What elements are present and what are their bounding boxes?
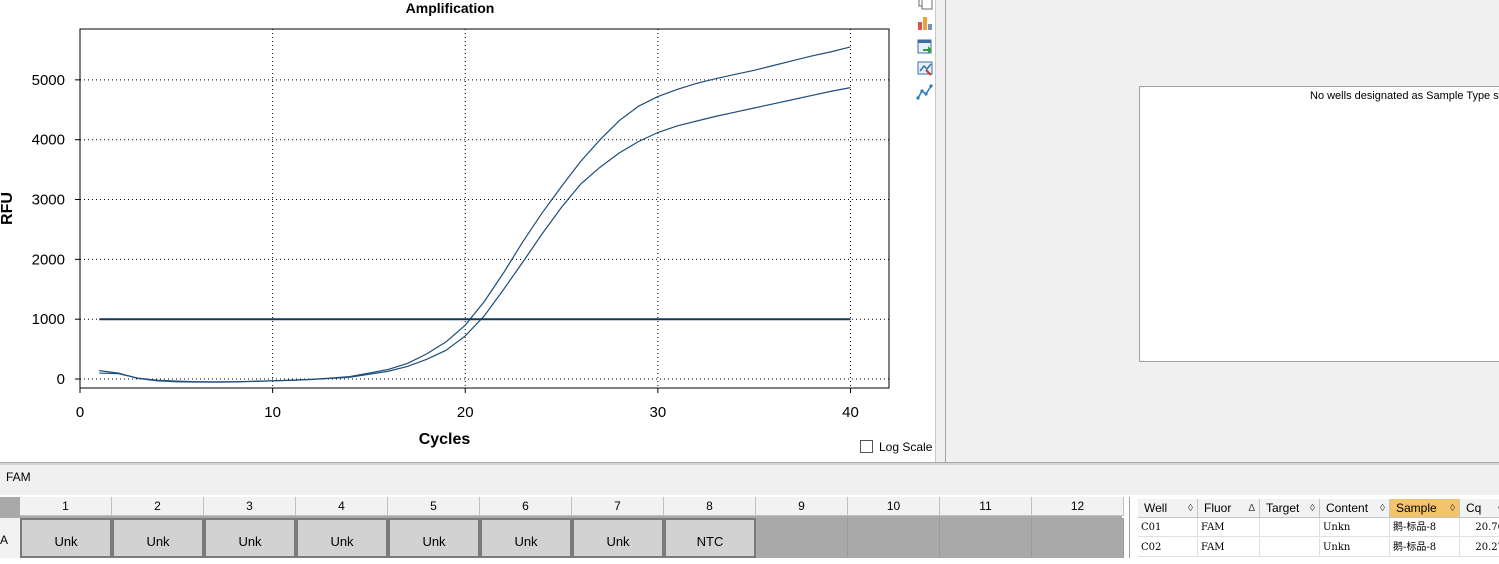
table-cell-content[interactable]: Unkn: [1320, 518, 1390, 537]
x-tick-label: 0: [76, 404, 84, 421]
checkbox-box[interactable]: [860, 440, 873, 453]
sort-icon[interactable]: ◊: [1450, 499, 1455, 518]
y-tick-label: 2000: [32, 251, 65, 268]
plate-column-header[interactable]: 6: [480, 497, 572, 516]
plate-well[interactable]: [940, 518, 1032, 558]
column-header-label: Sample: [1396, 501, 1437, 515]
column-header-label: Content: [1326, 501, 1369, 515]
table-cell-cq[interactable]: 20.76: [1460, 518, 1499, 537]
plate-well[interactable]: Unk: [204, 518, 296, 558]
chart-toolbar: [912, 0, 936, 110]
table-cell-target[interactable]: [1260, 538, 1320, 557]
table-cell-target[interactable]: [1260, 518, 1320, 537]
table-cell-cq[interactable]: 20.27: [1460, 538, 1499, 557]
column-header-label: Well: [1144, 501, 1168, 515]
copy-icon[interactable]: [916, 0, 934, 10]
column-header-cq[interactable]: Cq◊: [1460, 499, 1499, 518]
log-scale-checkbox[interactable]: Log Scale: [860, 440, 932, 454]
y-tick-label: 4000: [32, 132, 65, 149]
x-tick-label: 10: [264, 404, 281, 421]
x-tick-label: 30: [650, 404, 667, 421]
y-tick-label: 3000: [32, 192, 65, 209]
plate-column-header[interactable]: 1: [20, 497, 112, 516]
column-header-label: Cq: [1466, 501, 1482, 515]
y-tick-label: 0: [57, 371, 65, 388]
plate-column-header[interactable]: 10: [848, 497, 940, 516]
column-header-target[interactable]: Target ◊: [1260, 499, 1320, 518]
plate-well[interactable]: Unk: [388, 518, 480, 558]
plate-well[interactable]: [848, 518, 940, 558]
amplification-chart-panel: Amplification 0 10 20 30 40 0 1000 2000 3000 4000…: [0, 0, 935, 462]
table-cell-content[interactable]: Unkn: [1320, 538, 1390, 557]
x-tick-label: 40: [842, 404, 859, 421]
fluor-tab-fam[interactable]: FAM: [6, 470, 31, 484]
column-header-sample[interactable]: Sample ◊: [1390, 499, 1460, 518]
y-tick-label: 5000: [32, 72, 65, 89]
table-cell-sample[interactable]: 鹅-标品-8: [1390, 518, 1460, 537]
table-cell-well[interactable]: C02: [1138, 538, 1198, 557]
column-header-fluor[interactable]: Fluor Δ: [1198, 499, 1260, 518]
chart-settings-icon[interactable]: [916, 59, 934, 77]
plate-column-header[interactable]: 4: [296, 497, 388, 516]
sort-icon[interactable]: ◊: [1380, 499, 1385, 518]
vertical-splitter[interactable]: [935, 0, 946, 462]
plate-well[interactable]: NTC: [664, 518, 756, 558]
plate-column-header[interactable]: 9: [756, 497, 848, 516]
plate-well[interactable]: Unk: [20, 518, 112, 558]
sort-icon[interactable]: ◊: [1188, 499, 1193, 518]
line-style-icon[interactable]: [916, 83, 934, 101]
standard-curve-message: No wells designated as Sample Type sta: [1310, 90, 1499, 102]
column-header-label: Target: [1266, 501, 1300, 515]
plate-column-header[interactable]: 7: [572, 497, 664, 516]
plate-column-header[interactable]: 8: [664, 497, 756, 516]
plate-view: A 1 Unk 2 Unk 3 Unk 4 Unk 5 Unk 6 Unk 7 Unk 8 NTC 9 10 11 1…: [0, 497, 1124, 558]
x-axis-label: Cycles: [419, 431, 471, 448]
bar-chart-icon[interactable]: [916, 14, 934, 32]
log-scale-label: Log Scale: [879, 440, 933, 454]
export-icon[interactable]: [916, 37, 934, 55]
x-tick-label: 20: [457, 404, 474, 421]
plate-column-header[interactable]: 2: [112, 497, 204, 516]
fluor-tab-strip: [0, 465, 1499, 495]
column-header-content[interactable]: Content ◊: [1320, 499, 1390, 518]
sort-icon[interactable]: ◊: [1310, 499, 1315, 518]
plate-well[interactable]: Unk: [112, 518, 204, 558]
plate-well[interactable]: Unk: [572, 518, 664, 558]
plate-row-label: A: [0, 518, 20, 558]
plot-area: [79, 28, 890, 389]
column-header-label: Fluor: [1204, 501, 1232, 515]
table-cell-fluor[interactable]: FAM: [1198, 518, 1260, 537]
plate-column-header[interactable]: 11: [940, 497, 1032, 516]
results-table: Well ◊ Fluor Δ Target ◊ Content ◊ Sample ◊ Cq◊ C01F…: [1129, 497, 1499, 558]
standard-curve-panel: No wells designated as Sample Type sta: [946, 0, 1499, 462]
plate-column-header[interactable]: 3: [204, 497, 296, 516]
table-cell-sample[interactable]: 鹅-标品-8: [1390, 538, 1460, 557]
plate-well[interactable]: [756, 518, 848, 558]
plate-column-header[interactable]: 5: [388, 497, 480, 516]
plate-well[interactable]: [1032, 518, 1124, 558]
table-cell-well[interactable]: C01: [1138, 518, 1198, 537]
table-cell-fluor[interactable]: FAM: [1198, 538, 1260, 557]
plate-column-header[interactable]: 12: [1032, 497, 1124, 516]
standard-curve-chart: No wells designated as Sample Type sta: [1139, 86, 1499, 362]
sort-icon[interactable]: Δ: [1248, 499, 1255, 518]
plate-well[interactable]: Unk: [480, 518, 572, 558]
column-header-well[interactable]: Well ◊: [1138, 499, 1198, 518]
plate-well[interactable]: Unk: [296, 518, 388, 558]
amplification-chart[interactable]: 0 10 20 30 40 0 1000 2000 3000 4000 5000 Cycles RFU: [0, 0, 935, 462]
y-axis-label: RFU: [0, 192, 16, 225]
y-tick-label: 1000: [32, 311, 65, 328]
